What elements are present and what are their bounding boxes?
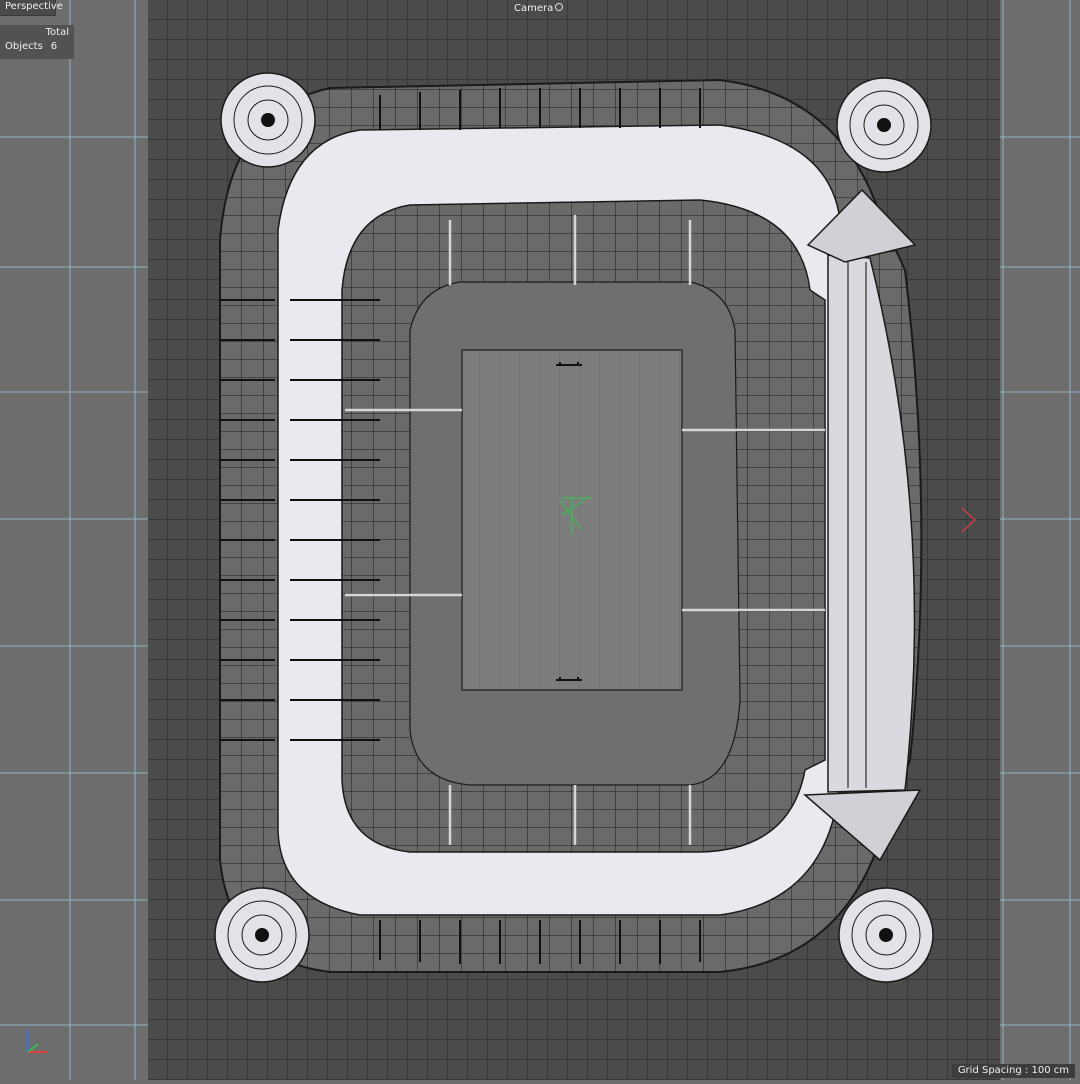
- corner-tower-sw: [214, 887, 310, 983]
- corner-tower-ne: [836, 77, 932, 173]
- camera-label[interactable]: Camera: [514, 2, 564, 16]
- grid-spacing-indicator: Grid Spacing : 100 cm: [951, 1064, 1075, 1078]
- axis-gizmo: [27, 1030, 48, 1053]
- stats-objects-label: Objects: [5, 41, 43, 52]
- stadium-model[interactable]: [214, 72, 934, 983]
- corner-tower-se: [838, 887, 934, 983]
- corner-tower-nw: [220, 72, 316, 168]
- perspective-viewport[interactable]: Perspective Total Objects 6 Camera Grid S…: [0, 0, 1080, 1080]
- camera-switch-icon[interactable]: [555, 3, 564, 11]
- stadium-wireframe-scene[interactable]: [0, 0, 1080, 1080]
- viewport-name-tab[interactable]: Perspective: [0, 0, 63, 16]
- stats-total-label: Total: [45, 27, 69, 38]
- stats-objects-value: 6: [50, 41, 58, 52]
- camera-name: Camera: [514, 3, 554, 14]
- scene-stats-hud: Total Objects 6: [0, 25, 74, 59]
